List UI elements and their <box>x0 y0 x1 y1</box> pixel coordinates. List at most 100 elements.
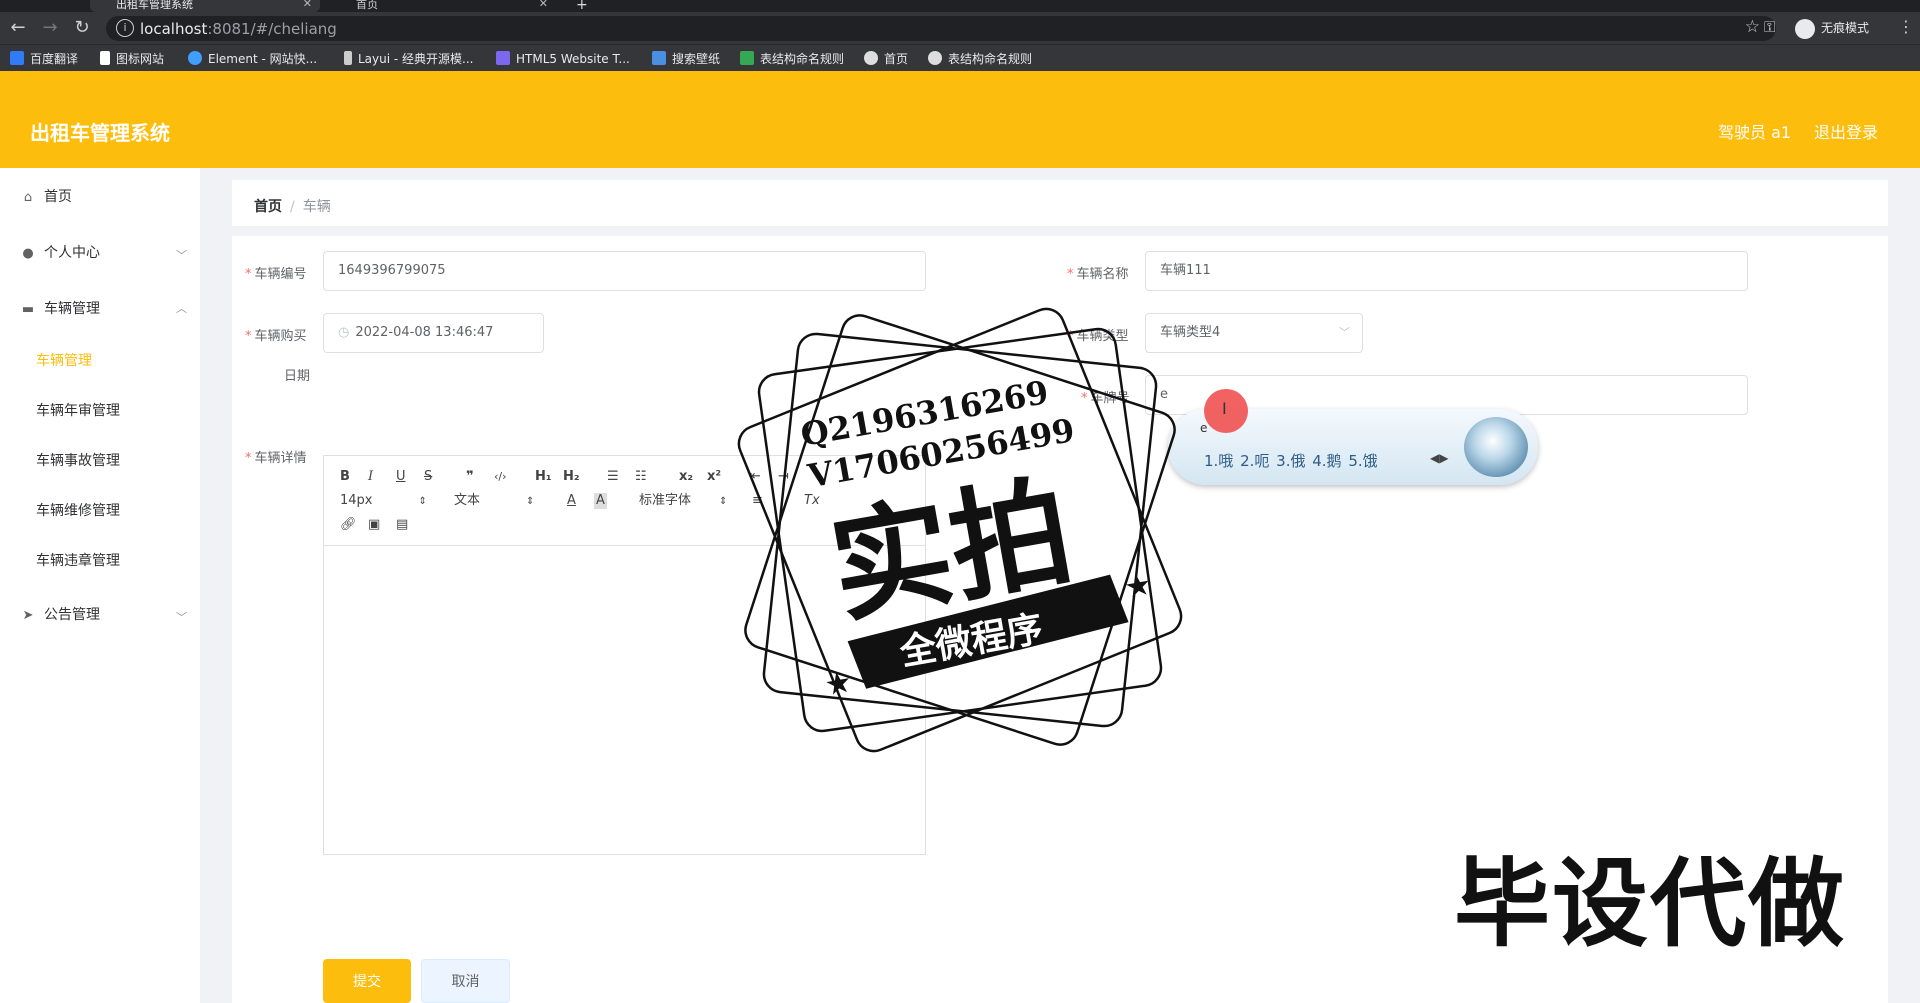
purchase-date-value: 2022-04-08 13:46:47 <box>355 325 494 340</box>
bookmark-item[interactable]: Element - 网站快... <box>188 51 317 67</box>
watermark-stamp: Q2196316269 V17060256499 实拍 全微程序 ★ ★ <box>737 307 1183 753</box>
sidebar-subitem-accident[interactable]: 车辆事故管理 <box>36 450 120 472</box>
paragraph-select[interactable]: 文本 ⇕ <box>454 493 534 510</box>
subscript-button[interactable]: x₂ <box>679 469 693 485</box>
breadcrumb-card: 首页 / 车辆 <box>232 180 1888 226</box>
vehicle-no-label-text: 车辆编号 <box>254 267 307 282</box>
app-title: 出租车管理系统 <box>30 121 170 145</box>
clock-icon: ◷ <box>338 325 350 340</box>
bold-button[interactable]: B <box>340 469 350 485</box>
key-icon[interactable]: ⚿ <box>1764 18 1775 36</box>
sidebar-item-home[interactable]: ⌂ 首页 <box>20 186 72 208</box>
wallpaper-icon <box>652 51 666 65</box>
bullet-list-button[interactable]: ☷ <box>635 469 647 485</box>
video-icon[interactable]: ▤ <box>396 517 408 533</box>
sidebar-subitem-violation[interactable]: 车辆违章管理 <box>36 550 120 572</box>
vehicle-name-field[interactable]: 车辆111 <box>1145 251 1748 291</box>
detail-label: * 车辆详情 <box>245 451 307 466</box>
bookmark-item[interactable]: 首页 <box>864 51 908 67</box>
sidebar-subitem-inspection[interactable]: 车辆年审管理 <box>36 400 120 422</box>
sidebar-item-label: 首页 <box>44 189 72 205</box>
send-icon: ➤ <box>22 608 34 623</box>
breadcrumb-home[interactable]: 首页 <box>254 199 282 215</box>
bookmark-item[interactable]: 搜索壁纸 <box>652 51 720 67</box>
font-family-select[interactable]: 标准字体 ⇕ <box>639 493 727 510</box>
vehicle-no-field[interactable]: 1649396799075 <box>323 251 926 291</box>
select-arrows-icon: ⇕ <box>418 496 427 507</box>
vehicle-no-label: * 车辆编号 <box>245 267 307 282</box>
bookmark-item[interactable]: 表结构命名规则 <box>928 51 1032 67</box>
bookmark-item[interactable]: 图标网站 <box>100 51 164 67</box>
h2-button[interactable]: H₂ <box>563 469 580 485</box>
close-icon[interactable]: ✕ <box>539 0 548 9</box>
vehicle-name-label: * 车辆名称 <box>1067 267 1129 282</box>
code-block-button[interactable]: ‹/› <box>494 469 507 485</box>
tab-title: 出租车管理系统 <box>116 0 193 11</box>
submit-button[interactable]: 提交 <box>323 959 411 1003</box>
sidebar-item-vehicle[interactable]: ▬ 车辆管理 <box>20 298 100 320</box>
background-color-button[interactable]: A <box>594 493 607 509</box>
info-icon[interactable]: i <box>116 19 134 37</box>
bookmark-item[interactable]: Layui - 经典开源模... <box>344 51 473 67</box>
bookmark-label: 表结构命名规则 <box>948 52 1033 66</box>
cancel-button[interactable]: 取消 <box>421 959 510 1003</box>
bookmark-label: 图标网站 <box>116 52 165 66</box>
new-tab-button[interactable]: + <box>576 0 596 12</box>
strike-button[interactable]: S <box>424 469 432 485</box>
blockquote-button[interactable]: ❞ <box>466 469 474 485</box>
bookmark-item[interactable]: HTML5 Website T... <box>496 51 630 67</box>
chevron-down-icon[interactable]: ﹀ <box>176 247 187 263</box>
sidebar-item-personal[interactable]: ● 个人中心 <box>20 242 100 264</box>
home-icon: ⌂ <box>23 190 33 205</box>
purchase-date-picker[interactable]: ◷ 2022-04-08 13:46:47 <box>323 313 544 353</box>
incognito-badge[interactable]: 无痕模式 <box>1795 17 1869 39</box>
incognito-label: 无痕模式 <box>1821 21 1870 35</box>
bookmark-item[interactable]: 表结构命名规则 <box>740 51 844 67</box>
link-icon[interactable]: 🔗︎ <box>340 517 357 533</box>
watermark-corner-text: 毕设代做 <box>1454 848 1846 960</box>
reload-icon[interactable]: ↻ <box>72 18 92 38</box>
url-text: localhost:8081/#/cheliang <box>140 20 337 38</box>
image-icon[interactable]: ▣ <box>368 517 380 533</box>
breadcrumb-separator: / <box>290 199 295 215</box>
chevron-down-icon[interactable]: ﹀ <box>176 609 187 625</box>
breadcrumb: 首页 / 车辆 <box>254 196 331 216</box>
user-icon: ● <box>22 246 34 261</box>
sidebar-subitem-repair[interactable]: 车辆维修管理 <box>36 500 120 522</box>
forward-icon[interactable]: → <box>40 18 60 38</box>
bookmark-item[interactable]: 百度翻译 <box>10 51 78 67</box>
text-color-button[interactable]: A <box>567 493 576 509</box>
select-arrows-icon: ⇕ <box>526 496 535 507</box>
tab-home[interactable]: 首页 ✕ <box>326 0 556 12</box>
superscript-button[interactable]: x² <box>707 469 721 485</box>
sidebar-subitem-vehicle[interactable]: 车辆管理 <box>36 350 92 372</box>
font-size-select[interactable]: 14px ⇕ <box>340 493 427 510</box>
purchase-date-label-line2: 日期 <box>284 369 311 384</box>
tab-active[interactable]: 出租车管理系统 ✕ <box>90 0 320 12</box>
ime-logo-icon <box>1464 417 1528 477</box>
browser-tab-bar: 出租车管理系统 ✕ 首页 ✕ + <box>0 0 1920 12</box>
layui-icon <box>344 51 352 65</box>
star-icon: ★ <box>1122 567 1155 606</box>
back-icon[interactable]: ← <box>8 18 28 38</box>
browser-toolbar: ← → ↻ i localhost:8081/#/cheliang ☆ ⚿ 无痕… <box>0 12 1920 44</box>
h1-button[interactable]: H₁ <box>535 469 552 485</box>
url-host: localhost <box>140 20 208 38</box>
bookmark-star-icon[interactable]: ☆ <box>1745 17 1760 37</box>
logout-link[interactable]: 退出登录 <box>1814 119 1878 143</box>
chevron-up-icon[interactable]: ︿ <box>176 300 187 316</box>
sidebar-item-notice[interactable]: ➤ 公告管理 <box>20 604 100 626</box>
ime-page-arrows-icon[interactable]: ◀▶ <box>1430 451 1448 465</box>
close-icon[interactable]: ✕ <box>303 0 312 9</box>
breadcrumb-current: 车辆 <box>302 199 331 215</box>
sidebar-item-label: 个人中心 <box>44 245 100 261</box>
italic-button[interactable]: I <box>368 469 373 485</box>
ordered-list-button[interactable]: ☰ <box>607 469 619 485</box>
address-bar[interactable]: i localhost:8081/#/cheliang ☆ <box>106 16 1776 41</box>
underline-button[interactable]: U <box>396 469 406 485</box>
ime-candidates[interactable]: 1.哦 2.呃 3.俄 4.鹅 5.饿 <box>1204 450 1378 471</box>
vehicle-name-label-text: 车辆名称 <box>1076 267 1129 282</box>
bookmark-label: 首页 <box>884 52 909 66</box>
font-size-value: 14px <box>340 493 373 508</box>
more-menu-icon[interactable]: ⋮ <box>1898 17 1914 36</box>
